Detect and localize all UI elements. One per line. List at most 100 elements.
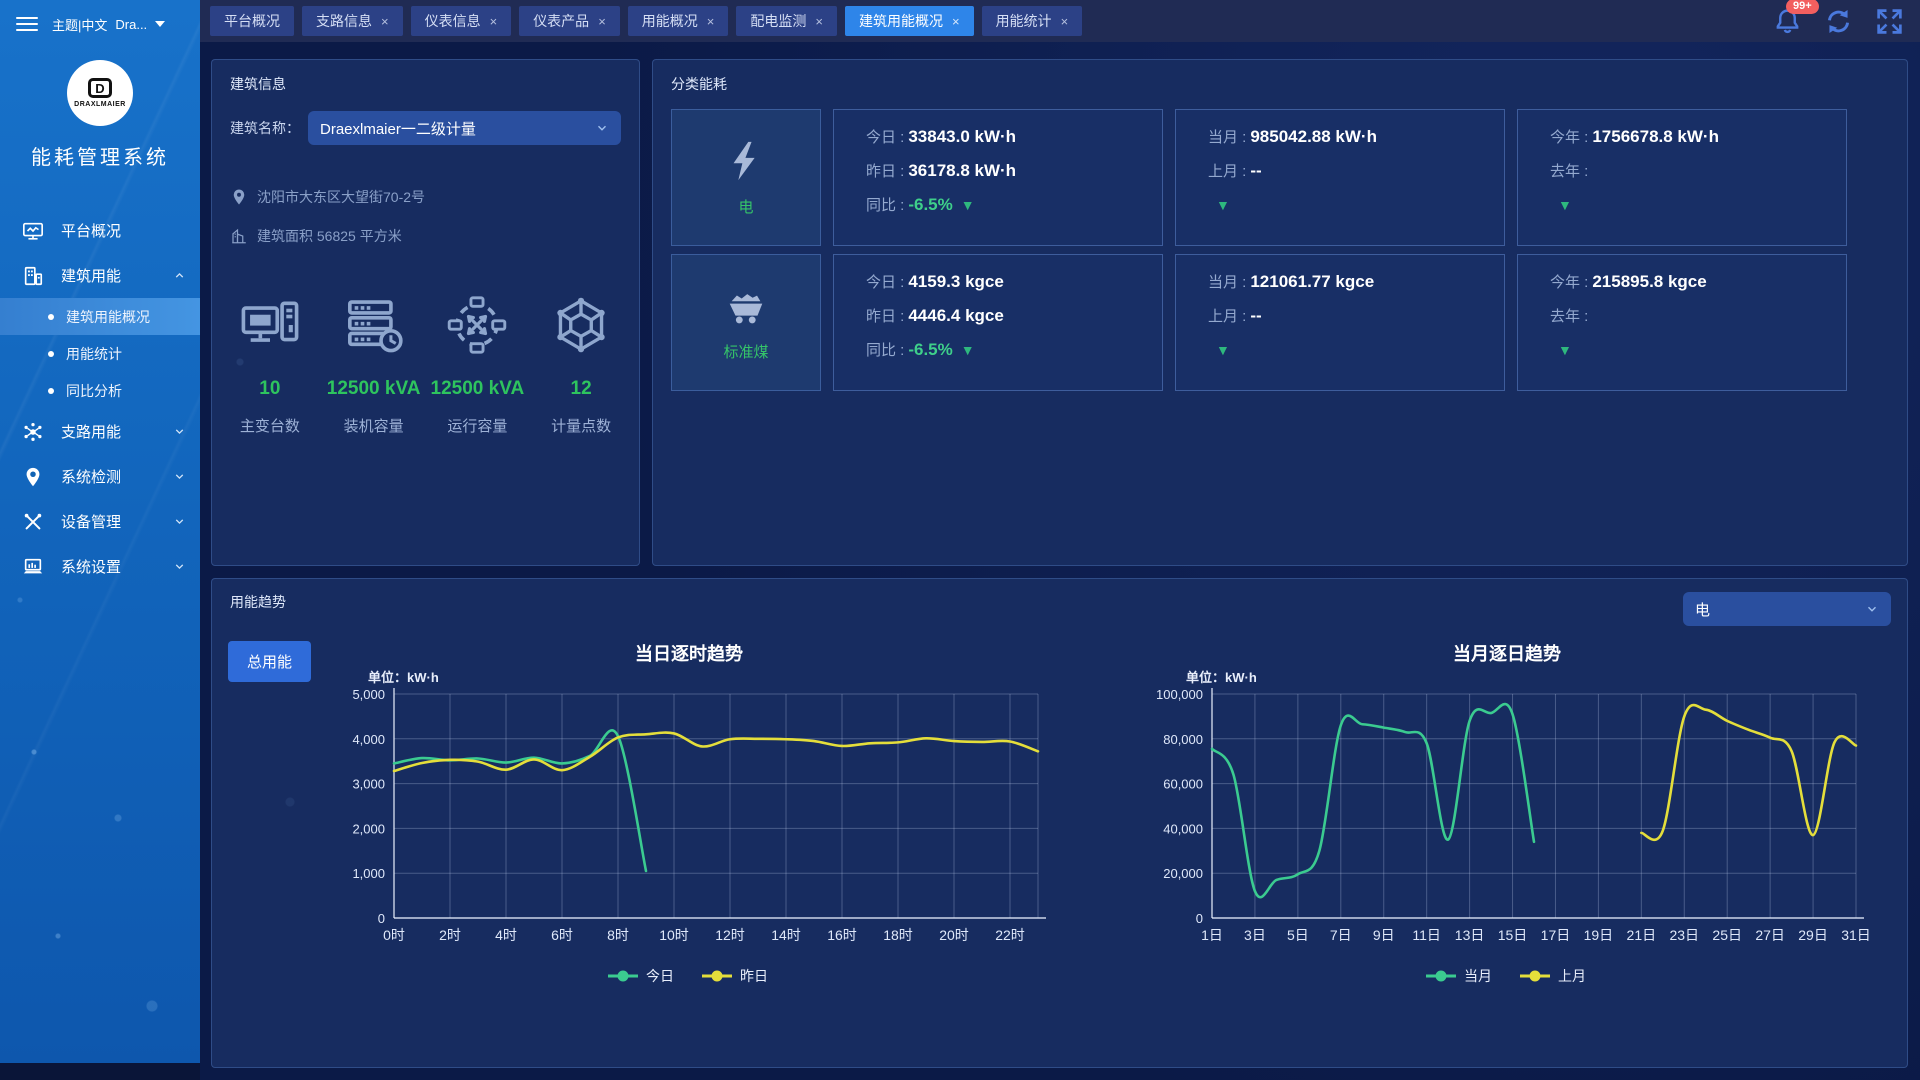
- energy-type-select[interactable]: 电: [1683, 592, 1891, 626]
- tab-close-icon[interactable]: ×: [815, 14, 823, 29]
- svg-text:今日: 今日: [646, 968, 674, 984]
- tab-label: 支路信息: [316, 11, 372, 31]
- line-label: 上月 :: [1208, 305, 1246, 326]
- svg-text:80,000: 80,000: [1163, 732, 1203, 747]
- series-上月: [1641, 705, 1856, 840]
- building-info-panel: 建筑信息 建筑名称： Draexlmaier一二级计量 沈阳市大东区大望街70-…: [211, 59, 640, 566]
- tab-label: 仪表信息: [425, 11, 481, 31]
- svg-text:0时: 0时: [383, 927, 405, 943]
- fullscreen-icon[interactable]: [1875, 7, 1904, 36]
- energy-card-line: 今年 : 215895.8 kgce: [1550, 270, 1846, 293]
- building-stats: 10主变台数12500 kVA装机容量12500 kVA运行容量12计量点数: [218, 292, 633, 436]
- chart-title: 当月逐日趋势: [1142, 640, 1872, 666]
- building-info-title: 建筑信息: [212, 60, 639, 94]
- tab-close-icon[interactable]: ×: [490, 14, 498, 29]
- location-pin-icon: [230, 187, 248, 207]
- tab-用能概况[interactable]: 用能概况×: [628, 6, 729, 36]
- sidebar-item-label: 支路用能: [61, 421, 121, 442]
- line-label: 同比 :: [866, 194, 904, 215]
- sidebar-subitem-label: 用能统计: [66, 344, 122, 364]
- building-area-icon: [230, 226, 248, 246]
- bullet-icon: [48, 388, 54, 394]
- line-label: 上月 :: [1208, 160, 1246, 181]
- svg-text:昨日: 昨日: [740, 968, 768, 984]
- sidebar-subitem-同比分析[interactable]: 同比分析: [0, 372, 200, 409]
- sidebar-item-设备管理[interactable]: 设备管理: [0, 499, 200, 544]
- chevron-down-icon: [173, 515, 186, 528]
- svg-text:20,000: 20,000: [1163, 866, 1203, 881]
- line-value: 4446.4 kgce: [908, 306, 1003, 326]
- energy-card: 当月 : 121061.77 kgce上月 : --▼: [1175, 254, 1505, 391]
- sidebar-subitem-建筑用能概况[interactable]: 建筑用能概况: [0, 298, 200, 335]
- tab-用能统计[interactable]: 用能统计×: [982, 6, 1083, 36]
- energy-trend-title: 用能趋势: [230, 592, 286, 612]
- topbar: 平台概况支路信息×仪表信息×仪表产品×用能概况×配电监测×建筑用能概况×用能统计…: [200, 0, 1920, 42]
- category-rows: 电今日 : 33843.0 kW·h昨日 : 36178.8 kW·h同比 : …: [653, 94, 1907, 391]
- svg-text:9日: 9日: [1373, 927, 1395, 943]
- sidebar-item-系统设置[interactable]: 系统设置: [0, 544, 200, 589]
- category-row-标准煤: 标准煤今日 : 4159.3 kgce昨日 : 4446.4 kgce同比 : …: [671, 254, 1889, 391]
- trend-down-icon: ▼: [961, 197, 975, 213]
- svg-text:10时: 10时: [659, 927, 689, 943]
- tab-close-icon[interactable]: ×: [381, 14, 389, 29]
- line-value: 985042.88 kW·h: [1250, 127, 1377, 147]
- line-label: 今日 :: [866, 271, 904, 292]
- energy-card-line: 去年 :: [1550, 304, 1846, 327]
- category-tile-标准煤[interactable]: 标准煤: [671, 254, 821, 391]
- series-今日: [394, 730, 646, 871]
- category-energy-panel: 分类能耗 电今日 : 33843.0 kW·h昨日 : 36178.8 kW·h…: [652, 59, 1908, 566]
- energy-card-line: 当月 : 985042.88 kW·h: [1208, 125, 1504, 148]
- tab-仪表产品[interactable]: 仪表产品×: [519, 6, 620, 36]
- tab-仪表信息[interactable]: 仪表信息 ×: [411, 6, 512, 36]
- building-address: 沈阳市大东区大望街70-2号: [257, 187, 425, 207]
- svg-text:7日: 7日: [1330, 927, 1352, 943]
- chevron-down-icon: [173, 425, 186, 438]
- tab-建筑用能概况[interactable]: 建筑用能概况×: [845, 6, 974, 36]
- line-label: 去年 :: [1550, 305, 1588, 326]
- energy-card-line: 同比 : -6.5%▼: [866, 338, 1162, 361]
- server-clock-icon: [322, 292, 426, 354]
- sidebar-item-支路用能[interactable]: 支路用能: [0, 409, 200, 454]
- tab-配电监测[interactable]: 配电监测×: [736, 6, 837, 36]
- sidebar-item-平台概况[interactable]: 平台概况: [0, 208, 200, 253]
- svg-text:4时: 4时: [495, 927, 517, 943]
- line-value: --: [1250, 306, 1261, 326]
- tab-支路信息[interactable]: 支路信息 ×: [302, 6, 403, 36]
- menu-toggle-icon[interactable]: [16, 13, 38, 35]
- svg-text:29日: 29日: [1798, 927, 1828, 943]
- category-tile-电[interactable]: 电: [671, 109, 821, 246]
- main-column: 平台概况支路信息×仪表信息×仪表产品×用能概况×配电监测×建筑用能概况×用能统计…: [200, 0, 1920, 1080]
- tab-close-icon[interactable]: ×: [707, 14, 715, 29]
- building-name-select[interactable]: Draexlmaier一二级计量: [308, 111, 621, 145]
- trend-down-icon: ▼: [1558, 197, 1572, 213]
- sidebar-item-系统检测[interactable]: 系统检测: [0, 454, 200, 499]
- sidebar-subitem-用能统计[interactable]: 用能统计: [0, 335, 200, 372]
- content-area: 建筑信息 建筑名称： Draexlmaier一二级计量 沈阳市大东区大望街70-…: [200, 42, 1920, 1080]
- sidebar-item-建筑用能[interactable]: 建筑用能: [0, 253, 200, 298]
- tab-close-icon[interactable]: ×: [1061, 14, 1069, 29]
- topbar-actions: 99+: [1773, 7, 1904, 36]
- chart-unit-label: 单位：kW·h: [1186, 667, 1257, 686]
- chevron-down-icon: [1865, 602, 1879, 616]
- svg-text:19日: 19日: [1584, 927, 1614, 943]
- svg-text:12时: 12时: [715, 927, 745, 943]
- tab-close-icon[interactable]: ×: [598, 14, 606, 29]
- line-label: 昨日 :: [866, 305, 904, 326]
- svg-text:当月: 当月: [1464, 968, 1492, 984]
- total-energy-button[interactable]: 总用能: [228, 641, 311, 682]
- line-value: 215895.8 kgce: [1592, 272, 1706, 292]
- svg-text:18时: 18时: [883, 927, 913, 943]
- tab-平台概况[interactable]: 平台概况: [210, 6, 294, 36]
- energy-card: 今年 : 1756678.8 kW·h去年 : ▼: [1517, 109, 1847, 246]
- refresh-icon[interactable]: [1824, 7, 1853, 36]
- svg-text:5,000: 5,000: [352, 687, 385, 702]
- stat-label: 装机容量: [322, 415, 426, 436]
- tab-close-icon[interactable]: ×: [952, 14, 960, 29]
- brand-letter: D: [88, 78, 112, 98]
- notification-badge: 99+: [1786, 0, 1819, 14]
- svg-text:13日: 13日: [1455, 927, 1485, 943]
- stat-value: 12500 kVA: [426, 378, 530, 400]
- notification-bell-icon[interactable]: 99+: [1773, 7, 1802, 36]
- trend-down-icon: ▼: [1558, 342, 1572, 358]
- theme-selector[interactable]: 主题|中文 Dra...: [52, 15, 165, 34]
